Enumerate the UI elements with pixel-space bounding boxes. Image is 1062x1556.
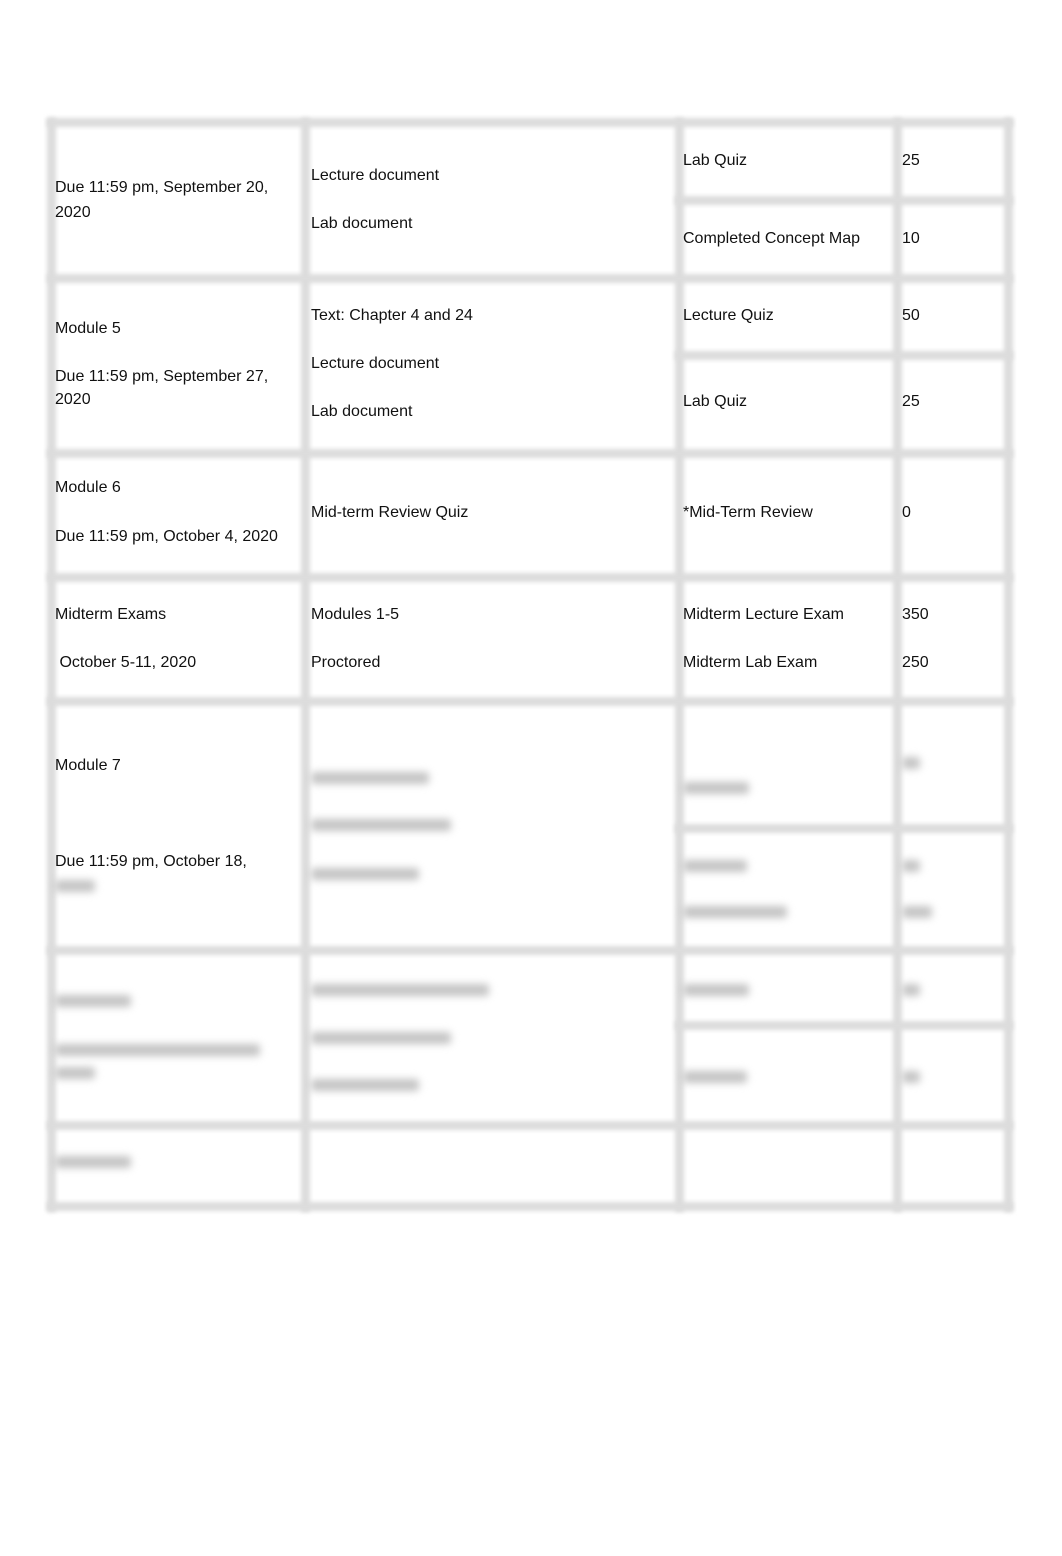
module-title: Module 5: [55, 320, 121, 337]
table-border-bottom: [47, 1202, 1013, 1211]
obscured-text: [55, 995, 131, 1007]
resource: Mid-term Review Quiz: [311, 504, 469, 521]
obscured-text: [55, 1044, 260, 1056]
points: 0: [902, 504, 911, 521]
row-divider: [47, 697, 1013, 706]
resource: Lab document: [311, 215, 413, 232]
obscured-text: [902, 757, 920, 769]
due-date: Due 11:59 pm, October 18,: [55, 853, 247, 870]
row-divider: [47, 1121, 1013, 1130]
subrow-divider: [675, 824, 1013, 833]
obscured-text: [683, 906, 787, 918]
assignment: Lab Quiz: [683, 393, 748, 410]
row-divider: [47, 274, 1013, 283]
assignment: Midterm Lecture Exam: [683, 606, 844, 623]
exam-dates: October 5-11, 2020: [55, 654, 197, 671]
obscured-text: [311, 984, 489, 996]
points: 10: [902, 230, 920, 247]
subrow-divider: [675, 196, 1013, 205]
due-date: 2020: [55, 204, 91, 221]
obscured-text: [55, 880, 95, 892]
due-date: Due 11:59 pm, October 4, 2020: [55, 528, 278, 545]
obscured-text: [683, 860, 747, 872]
row-divider: [47, 573, 1013, 582]
table-border-top: [47, 118, 1013, 127]
assignment: Lab Quiz: [683, 152, 748, 169]
obscured-text: [683, 984, 749, 996]
obscured-text: [902, 1071, 920, 1083]
due-date: Due 11:59 pm, September 20,: [55, 179, 269, 196]
resource: Modules 1-5: [311, 606, 400, 623]
obscured-text: [902, 906, 932, 918]
obscured-text: [55, 1156, 131, 1168]
due-date: Due 11:59 pm, September 27,: [55, 368, 269, 385]
assignment: Lecture Quiz: [683, 307, 774, 324]
row-divider: [47, 946, 1013, 955]
obscured-text: [311, 1079, 419, 1091]
module-title: Module 6: [55, 479, 121, 496]
assignment: Midterm Lab Exam: [683, 654, 818, 671]
module-title: Midterm Exams: [55, 606, 167, 623]
points: 25: [902, 393, 920, 410]
obscured-text: [311, 819, 451, 831]
points: 350: [902, 606, 929, 623]
row-divider: [47, 449, 1013, 458]
obscured-text: [902, 984, 920, 996]
resource: Lecture document: [311, 167, 440, 184]
obscured-text: [683, 1071, 747, 1083]
obscured-text: [311, 1032, 451, 1044]
subrow-divider: [675, 351, 1013, 360]
assignment: Completed Concept Map: [683, 230, 860, 247]
resource: Lecture document: [311, 355, 440, 372]
obscured-text: [902, 860, 920, 872]
obscured-text: [683, 782, 749, 794]
points: 50: [902, 307, 920, 324]
points: 250: [902, 654, 929, 671]
obscured-text: [311, 772, 429, 784]
resource: Proctored: [311, 654, 381, 671]
subrow-divider: [675, 1021, 1013, 1030]
resource: Text: Chapter 4 and 24: [311, 307, 473, 324]
resource: Lab document: [311, 403, 413, 420]
obscured-text: [311, 868, 419, 880]
assignment: *Mid-Term Review: [683, 504, 813, 521]
obscured-text: [55, 1067, 95, 1079]
points: 25: [902, 152, 920, 169]
module-title: Module 7: [55, 757, 121, 774]
due-date: 2020: [55, 391, 91, 408]
